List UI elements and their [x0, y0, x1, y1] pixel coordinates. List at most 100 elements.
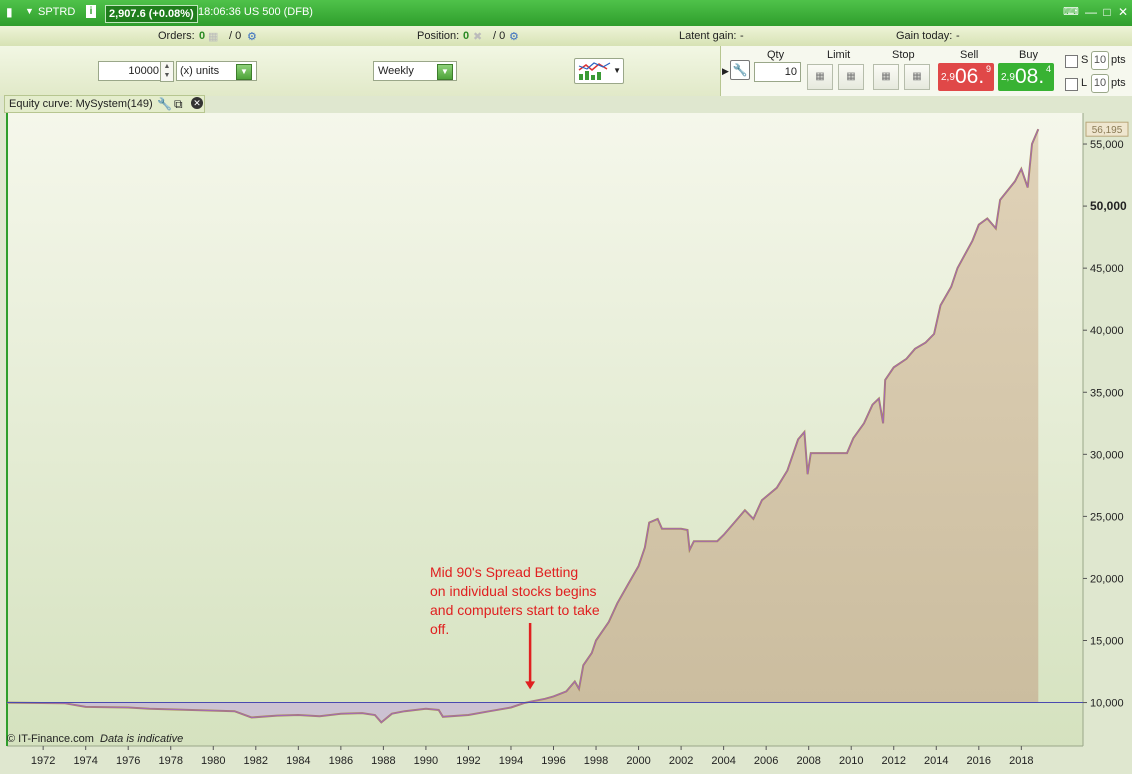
buy-price-main: 08.	[1015, 65, 1045, 88]
x-tick-label: 1974	[73, 755, 97, 767]
orders-total: / 0	[229, 30, 242, 42]
maximize-icon[interactable]: □	[1100, 5, 1114, 19]
y-tick-label: 40,000	[1090, 325, 1124, 337]
x-tick-label: 2002	[669, 755, 693, 767]
keyboard-icon[interactable]: ⌨	[1062, 5, 1080, 19]
sell-price-prefix: 2,9	[941, 72, 955, 83]
x-tick-label: 2016	[967, 755, 991, 767]
x-tick-label: 2006	[754, 755, 778, 767]
y-tick-label: 55,000	[1090, 139, 1124, 151]
close-icon[interactable]: ✕	[1116, 5, 1130, 19]
x-tick-label: 1984	[286, 755, 310, 767]
sell-label: Sell	[960, 49, 979, 61]
x-tick-label: 2014	[924, 755, 948, 767]
x-tick-label: 2012	[882, 755, 906, 767]
limit-buy-icon: ▦	[815, 71, 825, 82]
latent-gain-value: -	[740, 30, 744, 42]
indicators-button[interactable]: ▼	[574, 58, 624, 84]
limit-sell-icon: ▦	[846, 71, 856, 82]
limit-label: Limit	[827, 49, 851, 61]
wrench-icon[interactable]: 🔧	[730, 60, 750, 80]
qty-label: Qty	[767, 49, 785, 61]
position-settings-icon[interactable]: ⚙	[509, 30, 519, 43]
orders-value: 0	[199, 30, 206, 42]
chart-area: 56,195 1972 1974 1976 1978 1980 1982 1984 1986 1…	[0, 113, 1132, 771]
gain-today-label: Gain today:	[896, 30, 953, 42]
orders-settings-icon[interactable]: ⚙	[247, 30, 257, 43]
x-tick-label: 1982	[244, 755, 268, 767]
x-tick-label: 1998	[584, 755, 608, 767]
chevron-down-icon[interactable]: ▼	[236, 64, 252, 80]
wrench-icon[interactable]: 🔧	[157, 96, 172, 112]
candlestick-icon[interactable]: ▮	[6, 5, 13, 19]
y-tick-label: 50,000	[1090, 199, 1127, 213]
latent-gain-label: Latent gain:	[679, 30, 737, 42]
position-total: / 0	[493, 30, 506, 42]
buy-price-prefix: 2,9	[1001, 72, 1015, 83]
account-info-bar: Orders: 0 ▦ / 0 ⚙ Position: 0 ✖ / 0 ⚙ La…	[0, 26, 1132, 47]
limit-buy-button[interactable]: ▦	[807, 64, 833, 90]
stop-sell-button[interactable]: ▦	[904, 64, 930, 90]
collapse-arrow-icon[interactable]: ▶	[722, 66, 729, 77]
quantity-input[interactable]: 10000	[98, 61, 162, 81]
position-value: 0	[463, 30, 470, 42]
chart-toolbar: 10000 ▲ ▼ (x) units ▼ Weekly ▼ ▼	[0, 46, 720, 96]
long-label: L	[1081, 77, 1088, 89]
chart-title: Equity curve: MySystem(149)	[9, 98, 153, 110]
stop-buy-icon: ▦	[881, 71, 891, 82]
x-tick-label: 1994	[499, 755, 523, 767]
x-tick-label: 1988	[371, 755, 395, 767]
order-panel: ▶ 🔧 Qty 10 Limit ▦ ▦ Stop ▦ ▦ Sell Buy S…	[720, 46, 1132, 96]
y-tick-label: 30,000	[1090, 449, 1124, 461]
minimize-icon[interactable]: —	[1084, 5, 1098, 19]
chevron-down-icon[interactable]: ▼	[437, 64, 453, 80]
long-pts-label: pts	[1111, 77, 1126, 89]
quantity-stepper[interactable]: ▲ ▼	[160, 61, 174, 82]
copyright-text: © IT-Finance.com	[7, 733, 94, 745]
position-label: Position:	[417, 30, 460, 42]
price-change-box: 2,907.6 (+0.08%)	[105, 5, 198, 23]
time-market-label: 18:06:36 US 500 (DFB)	[198, 6, 313, 18]
equity-curve-chart[interactable]: 56,195 1972 1974 1976 1978 1980 1982 1984 1986 1…	[0, 113, 1132, 771]
disclaimer-text: Data is indicative	[100, 733, 184, 745]
buy-button[interactable]: 2,9 08. 4	[998, 63, 1054, 91]
short-pts-input[interactable]: 10	[1091, 51, 1109, 70]
short-checkbox[interactable]	[1065, 55, 1078, 68]
sell-price-main: 06.	[955, 65, 985, 88]
x-tick-label: 1996	[541, 755, 565, 767]
long-pts-input[interactable]: 10	[1091, 74, 1109, 93]
annotation-text-line: on individual stocks begins	[430, 583, 597, 599]
close-chart-icon[interactable]: ✕	[191, 97, 203, 109]
sell-button[interactable]: 2,9 06. 9	[938, 63, 994, 91]
buy-price-pip: 4	[1045, 64, 1051, 74]
x-tick-label: 2018	[1009, 755, 1033, 767]
gain-today-value: -	[956, 30, 960, 42]
last-value-label: 56,195	[1092, 125, 1123, 136]
x-tick-label: 1972	[31, 755, 55, 767]
chevron-down-icon[interactable]: ▼	[25, 6, 34, 16]
x-tick-label: 1980	[201, 755, 225, 767]
stop-buy-button[interactable]: ▦	[873, 64, 899, 90]
chart-title-bar: Equity curve: MySystem(149) 🔧 ⧉ ✕	[4, 95, 205, 113]
cancel-orders-icon[interactable]: ▦	[208, 30, 218, 43]
info-icon[interactable]: i	[86, 5, 96, 18]
timeframe-select-value: Weekly	[378, 65, 414, 77]
long-checkbox[interactable]	[1065, 78, 1078, 91]
window-restore-icon[interactable]: ⧉	[174, 96, 183, 112]
close-position-icon[interactable]: ✖	[473, 30, 482, 43]
x-tick-label: 1976	[116, 755, 140, 767]
x-tick-label: 1986	[329, 755, 353, 767]
units-select-value: (x) units	[180, 65, 220, 77]
x-tick-label: 1978	[158, 755, 182, 767]
chevron-down-icon[interactable]: ▼	[613, 66, 621, 75]
annotation-text-line: off.	[430, 621, 449, 637]
x-tick-label: 2000	[626, 755, 650, 767]
orders-label: Orders:	[158, 30, 195, 42]
qty-input[interactable]: 10	[754, 62, 801, 82]
x-tick-label: 2010	[839, 755, 863, 767]
limit-sell-button[interactable]: ▦	[838, 64, 864, 90]
indicator-chart-icon	[578, 62, 611, 80]
instrument-symbol[interactable]: SPTRD	[38, 6, 75, 18]
x-tick-label: 1990	[414, 755, 438, 767]
annotation-text-line: and computers start to take	[430, 602, 600, 618]
